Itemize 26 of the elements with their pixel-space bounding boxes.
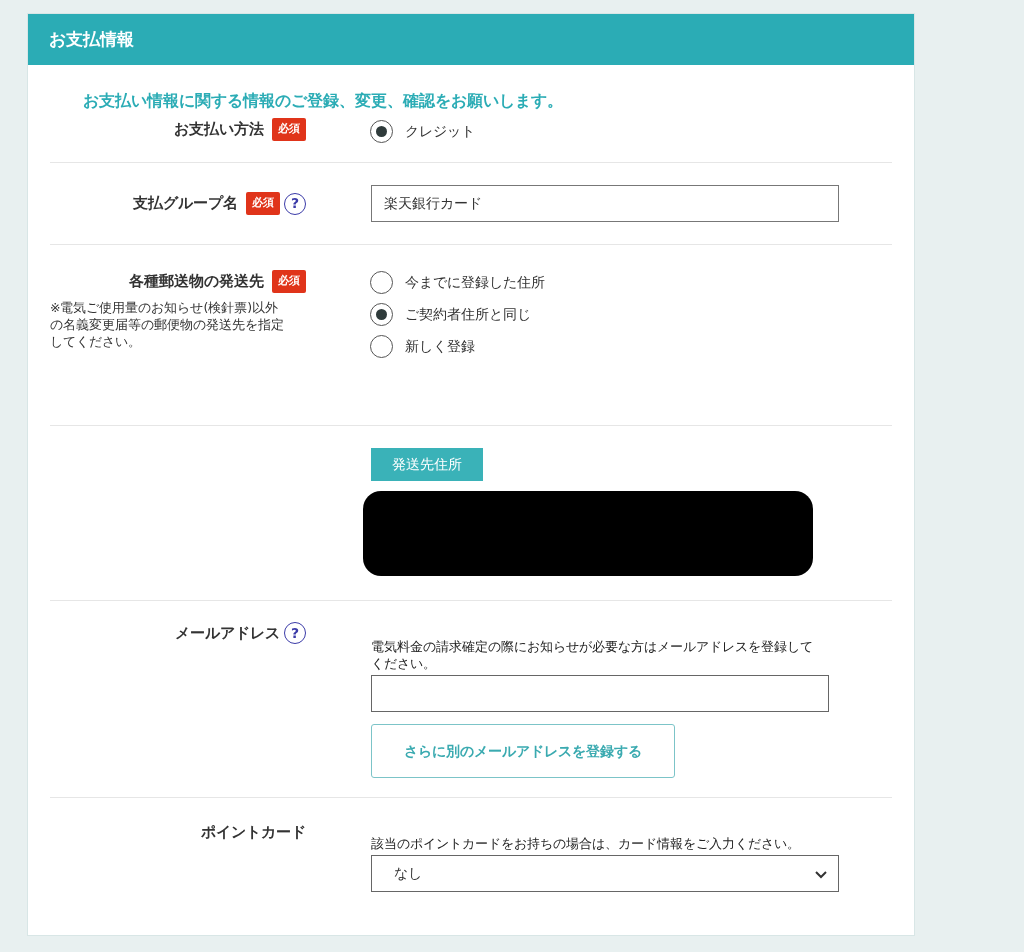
radio-button[interactable] [370,334,393,358]
description-text: 電気料金の請求確定の際にお知らせが必要な方はメールアドレスを登録してください。 [371,638,814,672]
required-badge: 必須 [246,192,280,215]
text-field[interactable]: 楽天銀行カード [371,185,839,222]
select-dropdown[interactable]: なし [371,855,839,892]
radio-option[interactable]: 今までに登録した住所 [370,266,545,298]
field-label: 各種郵送物の発送先 [129,271,264,292]
radio-option[interactable]: 新しく登録 [370,330,475,362]
field-label: ポイントカード [201,822,306,843]
radio-option[interactable]: ご契約者住所と同じ [370,298,531,330]
note-text: ※電気ご使用量のお知らせ(検針票)以外の名義変更届等の郵便物の発送先を指定してください。 [50,298,285,350]
description-text: 該当のポイントカードをお持ちの場合は、カード情報をご入力ください。 [371,835,801,852]
field-label: 支払グループ名 [133,193,238,215]
radio-button[interactable] [370,302,393,326]
chevron-down-icon [814,868,828,879]
email-field[interactable] [371,675,829,712]
radio-button[interactable] [370,119,393,143]
intro-text: お支払い情報に関する情報のご登録、変更、確認をお願いします。 [82,90,564,112]
field-label: お支払い方法 [174,119,264,140]
field-label: メールアドレス [175,623,280,644]
required-badge: 必須 [272,118,306,141]
section-title: お支払情報 [49,27,134,51]
radio-button[interactable] [370,270,393,294]
radio-option[interactable]: クレジット [370,115,475,147]
address-tag: 発送先住所 [371,448,483,481]
required-badge: 必須 [272,270,306,293]
